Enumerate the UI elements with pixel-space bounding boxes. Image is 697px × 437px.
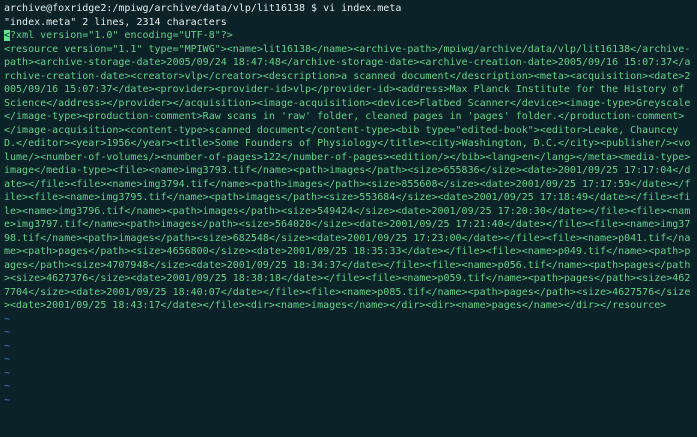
xml-content-line[interactable]: <resource version="1.1" type="MPIWG"><na…	[4, 43, 693, 313]
shell-prompt-line: archive@foxridge2:/mpiwg/archive/data/vl…	[4, 3, 402, 14]
vi-file-status-line: "index.meta" 2 lines, 2314 characters	[4, 16, 227, 28]
empty-line-marker: ~	[4, 313, 11, 325]
empty-line-marker: ~	[4, 367, 11, 379]
empty-line-marker: ~	[4, 327, 11, 338]
xml-declaration-text: ?xml version="1.0" encoding="UTF-8"?>	[10, 30, 233, 41]
empty-line-marker: ~	[4, 394, 11, 406]
empty-line-marker: ~	[4, 340, 11, 352]
terminal-window[interactable]: archive@foxridge2:/mpiwg/archive/data/vl…	[0, 0, 697, 437]
empty-buffer-lines: ~ ~ ~ ~ ~ ~ ~	[4, 313, 693, 408]
empty-line-marker: ~	[4, 381, 11, 392]
empty-line-marker: ~	[4, 354, 11, 365]
xml-declaration-line[interactable]: <?xml version="1.0" encoding="UTF-8"?>	[4, 29, 693, 43]
